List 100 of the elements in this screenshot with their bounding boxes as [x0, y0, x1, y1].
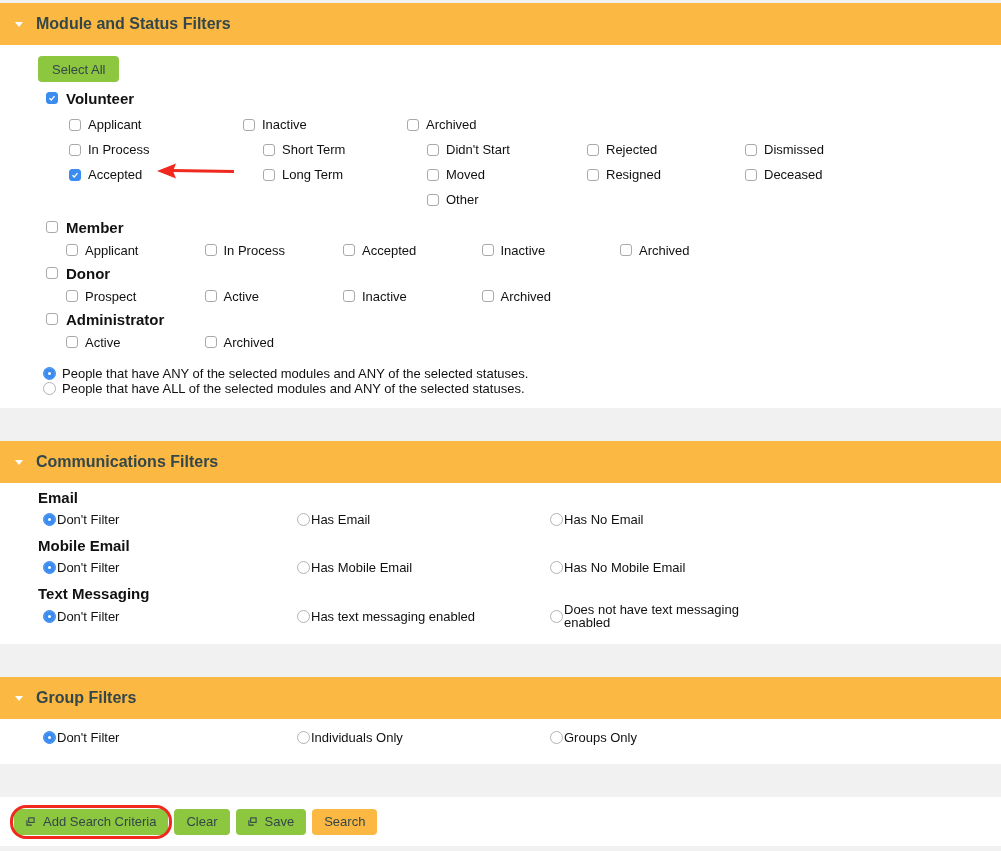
section-header[interactable]: Group Filters	[0, 677, 1001, 719]
radio-button[interactable]	[43, 730, 56, 744]
checkbox-label[interactable]: Accepted	[88, 167, 143, 182]
checkmark-icon	[47, 93, 57, 103]
checkbox[interactable]	[745, 168, 757, 181]
checkbox[interactable]	[263, 143, 275, 156]
checkbox[interactable]	[204, 290, 217, 302]
checkbox-label[interactable]: Didn't Start	[446, 142, 510, 157]
caret-icon[interactable]	[15, 459, 23, 465]
checkbox[interactable]	[66, 244, 78, 256]
radio-label[interactable]: Don't Filter	[57, 730, 120, 744]
checkbox-label[interactable]: Rejected	[606, 142, 658, 157]
checkbox-label[interactable]: Archived	[639, 242, 690, 258]
radio-button[interactable]	[550, 512, 563, 526]
checkbox-label[interactable]: Inactive	[362, 288, 407, 304]
radio-button[interactable]	[550, 560, 563, 574]
radio-button[interactable]	[297, 609, 310, 623]
checkbox[interactable]	[263, 168, 275, 181]
checkbox-label[interactable]: Inactive	[500, 242, 546, 258]
checkbox-label[interactable]: Applicant	[88, 117, 142, 132]
module-label[interactable]: Volunteer	[66, 89, 135, 107]
checkbox-label[interactable]: Accepted	[362, 242, 417, 258]
checkbox-label[interactable]: Moved	[446, 167, 486, 182]
checkbox[interactable]	[481, 244, 494, 256]
checkbox[interactable]	[69, 168, 81, 181]
section-header[interactable]: Module and Status Filters	[0, 3, 1001, 45]
radio-button[interactable]	[43, 382, 56, 395]
radio-button[interactable]	[550, 609, 563, 623]
radio-label[interactable]: Has No Email	[564, 512, 644, 526]
radio-label[interactable]: Has No Mobile Email	[564, 560, 686, 574]
radio-label[interactable]: Has Mobile Email	[311, 560, 413, 574]
module-label[interactable]: Administrator	[66, 310, 165, 328]
checkbox-label[interactable]: Archived	[223, 334, 275, 350]
select-all-button[interactable]: Select All	[38, 56, 120, 82]
checkbox-label[interactable]: Inactive	[262, 117, 307, 132]
checkbox[interactable]	[46, 267, 58, 279]
action-button[interactable]: Add Search Criteria	[14, 808, 169, 835]
checkbox[interactable]	[745, 143, 757, 156]
checkbox-label[interactable]: Deceased	[764, 167, 823, 182]
radio-label[interactable]: Don't Filter	[57, 609, 120, 623]
checkbox[interactable]	[204, 244, 217, 256]
action-button[interactable]: Save	[235, 808, 307, 835]
checkbox[interactable]	[407, 118, 419, 131]
checkbox-label[interactable]: In Process	[223, 242, 285, 258]
checkbox-label[interactable]: Resigned	[606, 167, 661, 182]
radio-button[interactable]	[297, 512, 310, 526]
checkbox[interactable]	[343, 290, 355, 302]
checkbox-label[interactable]: In Process	[88, 142, 150, 157]
checkbox[interactable]	[587, 143, 599, 156]
module-label[interactable]: Donor	[66, 264, 111, 282]
checkbox[interactable]	[204, 336, 217, 348]
checkbox-label[interactable]: Other	[446, 192, 479, 207]
checkbox-label[interactable]: Prospect	[85, 288, 137, 304]
checkbox[interactable]	[427, 143, 439, 156]
checkbox[interactable]	[66, 290, 78, 302]
checkbox[interactable]	[243, 118, 255, 131]
search-button[interactable]: Search	[312, 808, 378, 835]
radio-label[interactable]: Don't Filter	[57, 512, 120, 526]
checkbox[interactable]	[481, 290, 494, 302]
radio-button[interactable]	[550, 730, 563, 744]
checkbox-label[interactable]: Archived	[426, 117, 477, 132]
radio-button[interactable]	[43, 560, 56, 574]
checkbox[interactable]	[69, 118, 81, 131]
checkbox[interactable]	[587, 168, 599, 181]
group-label: Mobile Email	[38, 537, 131, 555]
checkbox[interactable]	[66, 336, 78, 348]
section-title: Module and Status Filters	[36, 15, 231, 33]
checkbox-label[interactable]: Active	[223, 288, 259, 304]
checkbox-label[interactable]: Active	[85, 334, 121, 350]
checkbox[interactable]	[46, 221, 58, 233]
checkbox-label[interactable]: Short Term	[282, 142, 346, 157]
section-header[interactable]: Communications Filters	[0, 441, 1001, 483]
checkbox[interactable]	[46, 313, 58, 325]
radio-label[interactable]: Does not have text messaging enabled	[564, 603, 750, 629]
checkbox[interactable]	[343, 244, 355, 256]
checkbox-label[interactable]: Applicant	[85, 242, 139, 258]
checkbox[interactable]	[427, 193, 439, 206]
caret-icon[interactable]	[15, 695, 23, 701]
radio-button[interactable]	[297, 730, 310, 744]
radio-label[interactable]: Has Email	[311, 512, 371, 526]
radio-button[interactable]	[43, 609, 56, 623]
radio-label[interactable]: People that have ANY of the selected modules and ANY of the selected statuses.	[62, 366, 529, 381]
checkbox-label[interactable]: Archived	[500, 288, 552, 304]
radio-label[interactable]: Don't Filter	[57, 560, 120, 574]
radio-label[interactable]: Individuals Only	[311, 730, 403, 744]
radio-label[interactable]: People that have ALL of the selected modules and ANY of the selected statuses.	[62, 381, 525, 396]
radio-button[interactable]	[43, 367, 56, 380]
checkbox-label[interactable]: Dismissed	[764, 142, 824, 157]
checkbox[interactable]	[620, 244, 632, 256]
radio-label[interactable]: Groups Only	[564, 730, 637, 744]
checkbox[interactable]	[69, 143, 81, 156]
checkbox[interactable]	[46, 92, 58, 104]
action-button[interactable]: Clear	[174, 808, 230, 835]
checkbox-label[interactable]: Long Term	[282, 167, 344, 182]
module-label[interactable]: Member	[66, 218, 124, 236]
radio-label[interactable]: Has text messaging enabled	[311, 609, 476, 623]
radio-button[interactable]	[297, 560, 310, 574]
radio-button[interactable]	[43, 512, 56, 526]
checkbox[interactable]	[427, 168, 439, 181]
caret-icon[interactable]	[15, 21, 23, 27]
